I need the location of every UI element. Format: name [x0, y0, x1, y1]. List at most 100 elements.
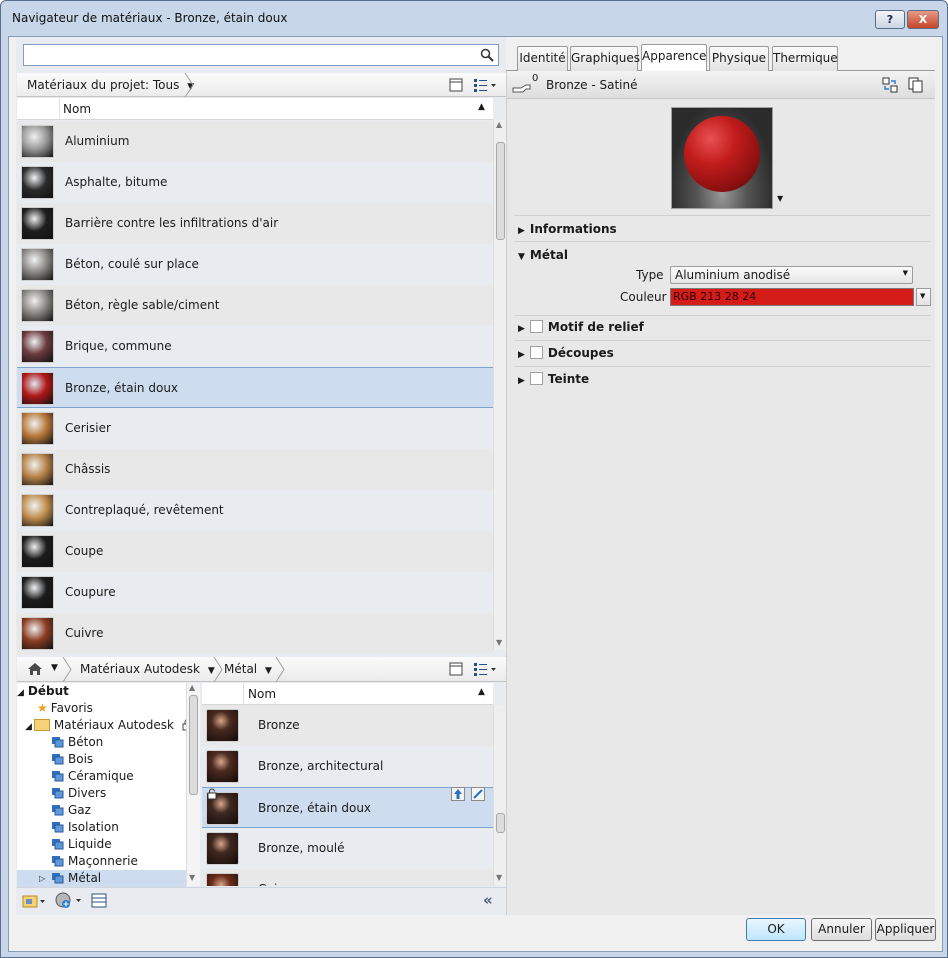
project-list-scrollbar[interactable]: ▲ ▼	[493, 120, 506, 650]
material-name: Aluminium	[65, 134, 130, 148]
apply-button[interactable]: Appliquer	[875, 918, 936, 941]
decoupes-checkbox[interactable]	[529, 346, 543, 359]
type-dropdown[interactable]: Aluminium anodisé ▼	[670, 266, 913, 284]
chevron-down-icon[interactable]: ▼	[51, 663, 58, 673]
help-button[interactable]: ?	[875, 10, 905, 29]
list-item[interactable]: Contreplaqué, revêtement	[17, 490, 493, 531]
material-thumbnail	[206, 832, 239, 865]
scroll-up-icon[interactable]: ▲	[189, 683, 195, 692]
tree-item-category[interactable]: Divers	[17, 785, 186, 802]
tree-item-category[interactable]: Béton	[17, 734, 186, 751]
library-list-item[interactable]: Bronze, étain doux	[202, 787, 493, 828]
view-panel-icon[interactable]	[449, 662, 463, 676]
tree-scrollbar[interactable]: ▲ ▼	[186, 683, 200, 886]
material-preview-image[interactable]	[671, 107, 773, 209]
tree-item-favorites[interactable]: ★ Favoris	[37, 700, 93, 717]
tree-item-category[interactable]: Liquide	[17, 836, 186, 853]
dialog-client: Matériaux du projet: Tous ▼ Nom ▲ Alumin…	[8, 36, 943, 952]
list-item[interactable]: Béton, règle sable/ciment	[17, 285, 493, 326]
project-list-scroll-thumb[interactable]	[496, 142, 505, 240]
edit-material-icon[interactable]	[471, 777, 485, 818]
list-item[interactable]: Châssis	[17, 449, 493, 490]
section-relief[interactable]: ▶ Motif de relief	[518, 320, 644, 334]
project-list-header[interactable]: Nom ▲	[17, 98, 493, 120]
tree-item-category[interactable]: ▷ Métal	[17, 870, 186, 887]
tree-category-label: Divers	[68, 786, 107, 800]
list-view-icon[interactable]	[473, 662, 497, 676]
section-relief-label: Motif de relief	[547, 320, 644, 334]
tree-scroll-thumb[interactable]	[189, 695, 198, 795]
collapse-left-icon[interactable]: «	[483, 891, 493, 909]
list-item[interactable]: Brique, commune	[17, 326, 493, 367]
list-item[interactable]: Coupe	[17, 531, 493, 572]
add-material-icon[interactable]	[55, 892, 83, 910]
list-item[interactable]: Béton, coulé sur place	[17, 244, 493, 285]
breadcrumb-library[interactable]: Matériaux Autodesk ▼	[80, 662, 215, 676]
material-thumbnail	[21, 617, 54, 650]
column-name-header[interactable]: Nom	[248, 687, 276, 701]
teinte-checkbox[interactable]	[529, 372, 543, 385]
tree-item-library[interactable]: ◢ Matériaux Autodesk	[25, 717, 193, 734]
tree-item-category[interactable]: Céramique	[17, 768, 186, 785]
add-to-document-icon[interactable]	[451, 777, 465, 818]
list-item[interactable]: Barrière contre les infiltrations d'air	[17, 203, 493, 244]
search-input[interactable]	[23, 44, 499, 66]
cancel-button[interactable]: Annuler	[811, 918, 872, 941]
color-options-button[interactable]: ▼	[916, 288, 931, 306]
list-item[interactable]: Bronze, étain doux	[17, 367, 493, 408]
scroll-down-icon[interactable]: ▼	[496, 873, 502, 882]
library-list-item[interactable]: Bronze	[202, 705, 493, 746]
scroll-up-icon[interactable]: ▲	[496, 120, 502, 129]
tab-physique[interactable]: Physique	[709, 46, 769, 71]
expand-down-icon: ▼	[518, 252, 525, 262]
color-swatch-field[interactable]: RGB 213 28 24	[670, 288, 914, 306]
project-filter-dropdown[interactable]: Matériaux du projet: Tous ▼	[27, 78, 194, 92]
view-panel-icon[interactable]	[449, 78, 463, 92]
section-informations[interactable]: ▶ Informations	[518, 222, 617, 236]
home-icon[interactable]	[27, 662, 43, 676]
list-item[interactable]: Cuivre	[17, 613, 493, 654]
library-list-item[interactable]: Cuivre	[202, 869, 493, 886]
tree-item-category[interactable]: Isolation	[17, 819, 186, 836]
library-list-item[interactable]: Bronze, moulé	[202, 828, 493, 869]
replace-asset-icon[interactable]	[882, 77, 898, 93]
sort-ascending-icon: ▲	[478, 102, 485, 112]
list-item[interactable]: Aluminium	[17, 121, 493, 162]
section-teinte[interactable]: ▶ Teinte	[518, 372, 589, 386]
editor-toggle-icon[interactable]	[91, 893, 107, 908]
list-item[interactable]: Cerisier	[17, 408, 493, 449]
preview-options-icon[interactable]: ▼	[777, 194, 783, 203]
duplicate-asset-icon[interactable]	[908, 77, 924, 93]
material-thumbnail	[206, 709, 239, 742]
expand-right-icon: ▶	[518, 226, 525, 236]
tree-item-category[interactable]: Gaz	[17, 802, 186, 819]
material-thumbnail	[21, 330, 54, 363]
tab-apparence[interactable]: Apparence	[641, 44, 707, 71]
library-list-scrollbar[interactable]: ▼	[493, 705, 506, 886]
close-button[interactable]: X	[907, 10, 939, 29]
library-folder-icon[interactable]	[22, 893, 46, 909]
library-list-item[interactable]: Bronze, architectural	[202, 746, 493, 787]
list-item[interactable]: Coupure	[17, 572, 493, 613]
tree-item-category[interactable]: Bois	[17, 751, 186, 768]
tab-thermique[interactable]: Thermique	[772, 46, 838, 71]
list-view-icon[interactable]	[473, 78, 497, 92]
tree-item-root[interactable]: ◢ Début	[17, 683, 69, 700]
tab-graphiques[interactable]: Graphiques	[570, 46, 640, 71]
list-item[interactable]: Asphalte, bitume	[17, 162, 493, 203]
ok-button[interactable]: OK	[746, 918, 806, 941]
breadcrumb-category[interactable]: Métal ▼	[224, 662, 272, 676]
section-decoupes[interactable]: ▶ Découpes	[518, 346, 614, 360]
section-metal[interactable]: ▼ Métal	[518, 248, 568, 262]
scroll-down-icon[interactable]: ▼	[189, 873, 195, 882]
search-icon[interactable]	[480, 48, 494, 62]
search-field[interactable]	[26, 46, 466, 64]
tree-item-category[interactable]: Maçonnerie	[17, 853, 186, 870]
library-list-header[interactable]: Nom ▲	[202, 683, 493, 705]
relief-checkbox[interactable]	[529, 320, 543, 333]
library-list-scroll-thumb[interactable]	[496, 813, 505, 833]
tab-identite[interactable]: Identité	[517, 46, 568, 71]
tree-category-label: Liquide	[68, 837, 112, 851]
scroll-down-icon[interactable]: ▼	[496, 638, 502, 647]
column-name-header[interactable]: Nom	[63, 102, 91, 116]
